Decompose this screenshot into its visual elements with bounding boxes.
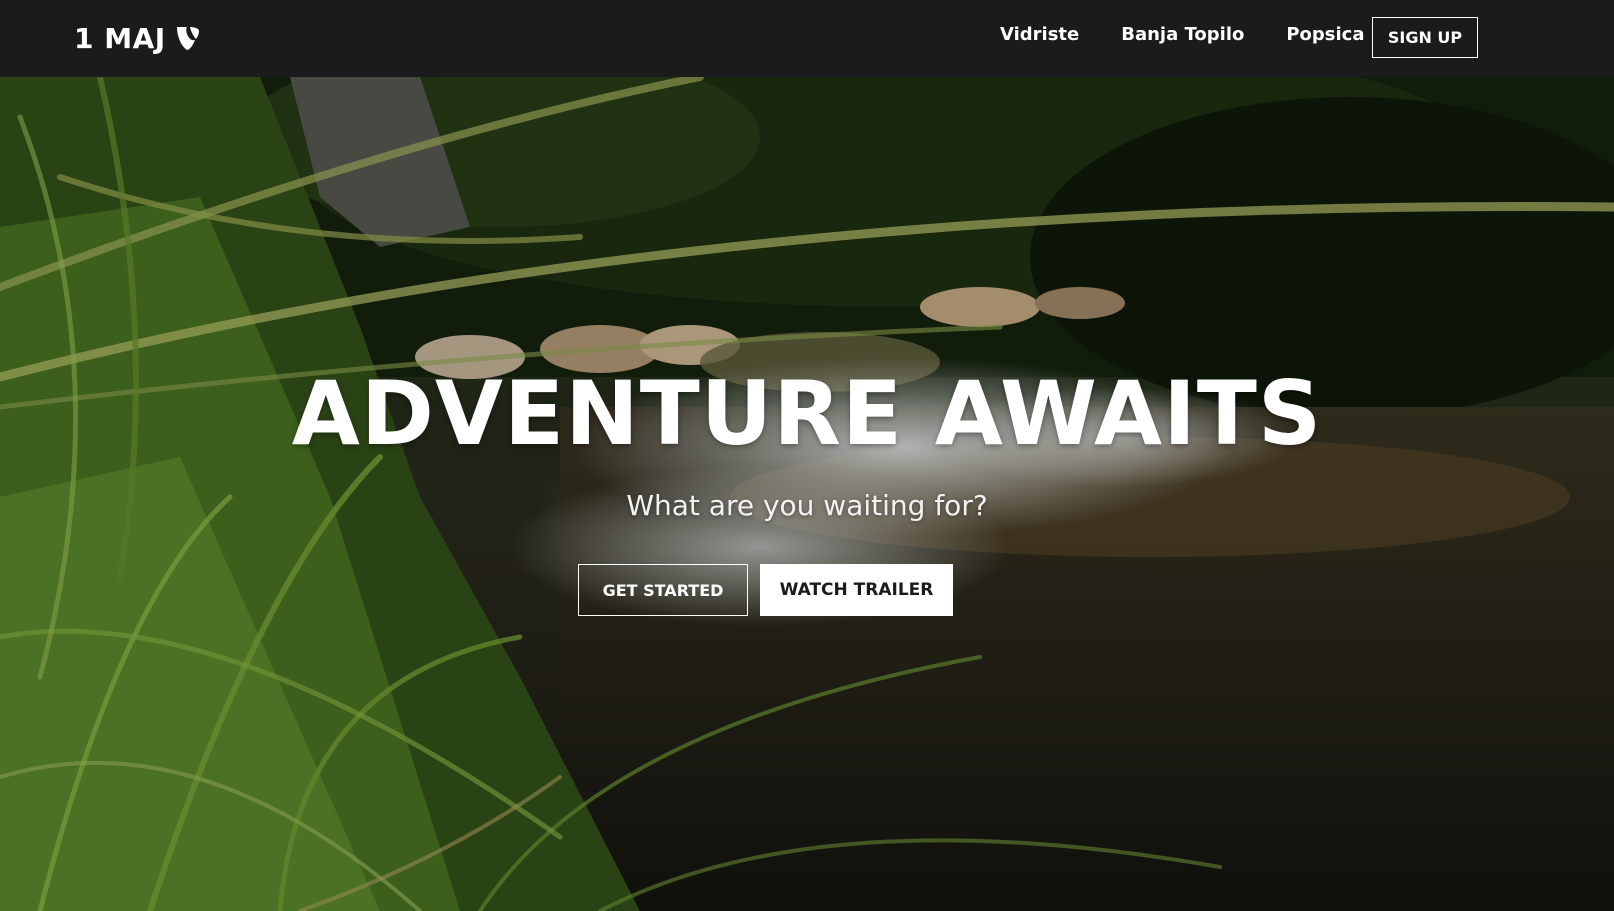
brand-logo-link[interactable]: 1 MAJ [74,19,202,57]
nav-link-popsica[interactable]: Popsica [1286,24,1364,45]
nav-link-vidriste[interactable]: Vidriste [1000,24,1079,45]
watch-trailer-button[interactable]: WATCH TRAILER [760,564,953,616]
top-navbar: 1 MAJ Vidriste Banja Topilo Popsica SIGN… [0,0,1614,77]
hero-subtitle: What are you waiting for? [626,489,988,522]
typo3-logo-icon [176,27,199,50]
get-started-button[interactable]: GET STARTED [578,564,748,616]
brand-name: 1 MAJ [74,21,166,55]
sign-up-button[interactable]: SIGN UP [1372,17,1478,58]
hero-section: ADVENTURE AWAITS What are you waiting fo… [0,77,1614,911]
hero-cta-group: GET STARTED WATCH TRAILER [578,564,953,616]
nav-link-banja-topilo[interactable]: Banja Topilo [1121,24,1244,45]
main-nav: Vidriste Banja Topilo Popsica [1000,24,1365,45]
hero-title: ADVENTURE AWAITS [291,362,1323,465]
